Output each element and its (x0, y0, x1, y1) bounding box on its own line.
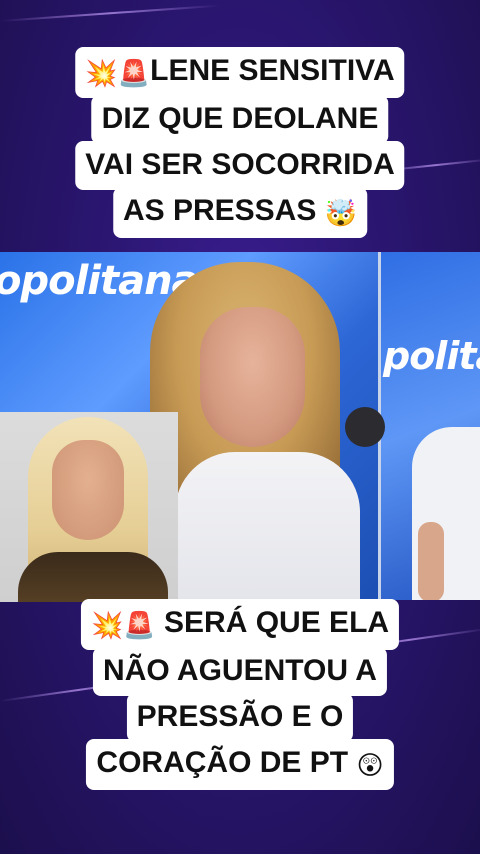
top-caption-line-1: 💥🚨LENE SENSITIVA (75, 47, 405, 98)
explosion-icon: 💥 (85, 59, 118, 89)
woman-body (175, 452, 360, 600)
top-caption-text-1: LENE SENSITIVA (150, 54, 395, 87)
top-caption: 💥🚨LENE SENSITIVA DIZ QUE DEOLANE VAI SER… (75, 47, 405, 239)
siren-icon: 🚨 (123, 611, 156, 641)
bottom-caption-text-4: CORAÇÃO DE PT (96, 746, 349, 780)
bottom-caption-line-3: PRESSÃO E O (126, 693, 354, 743)
siren-icon: 🚨 (117, 59, 151, 89)
bottom-caption: 💥🚨 SERÁ QUE ELA NÃO AGUENTOU A PRESSÃO E… (80, 599, 400, 791)
explosion-icon: 💥 (90, 611, 124, 641)
woman-face (200, 307, 305, 447)
bottom-caption-line-2: NÃO AGUENTOU A (93, 646, 387, 697)
studio-brand-text-right: politan (383, 334, 480, 378)
background-streak (0, 4, 220, 22)
inset-face (52, 440, 124, 540)
top-caption-line-2: DIZ QUE DEOLANE (91, 94, 389, 145)
microphone (345, 407, 385, 447)
man-arm (418, 522, 444, 600)
top-caption-line-4: AS PRESSAS 🤯 (112, 187, 368, 239)
inset-body (18, 552, 168, 602)
astonished-face-icon: 😲 (356, 751, 384, 782)
top-caption-text-4: AS PRESSAS (122, 194, 317, 228)
exploding-head-icon: 🤯 (324, 199, 358, 230)
bottom-caption-text-1: SERÁ QUE ELA (164, 606, 390, 639)
bottom-caption-line-1: 💥🚨 SERÁ QUE ELA (80, 599, 400, 650)
top-caption-line-3: VAI SER SOCORRIDA (75, 141, 405, 191)
inset-photo (0, 412, 178, 602)
bottom-caption-line-4: CORAÇÃO DE PT 😲 (86, 739, 394, 791)
